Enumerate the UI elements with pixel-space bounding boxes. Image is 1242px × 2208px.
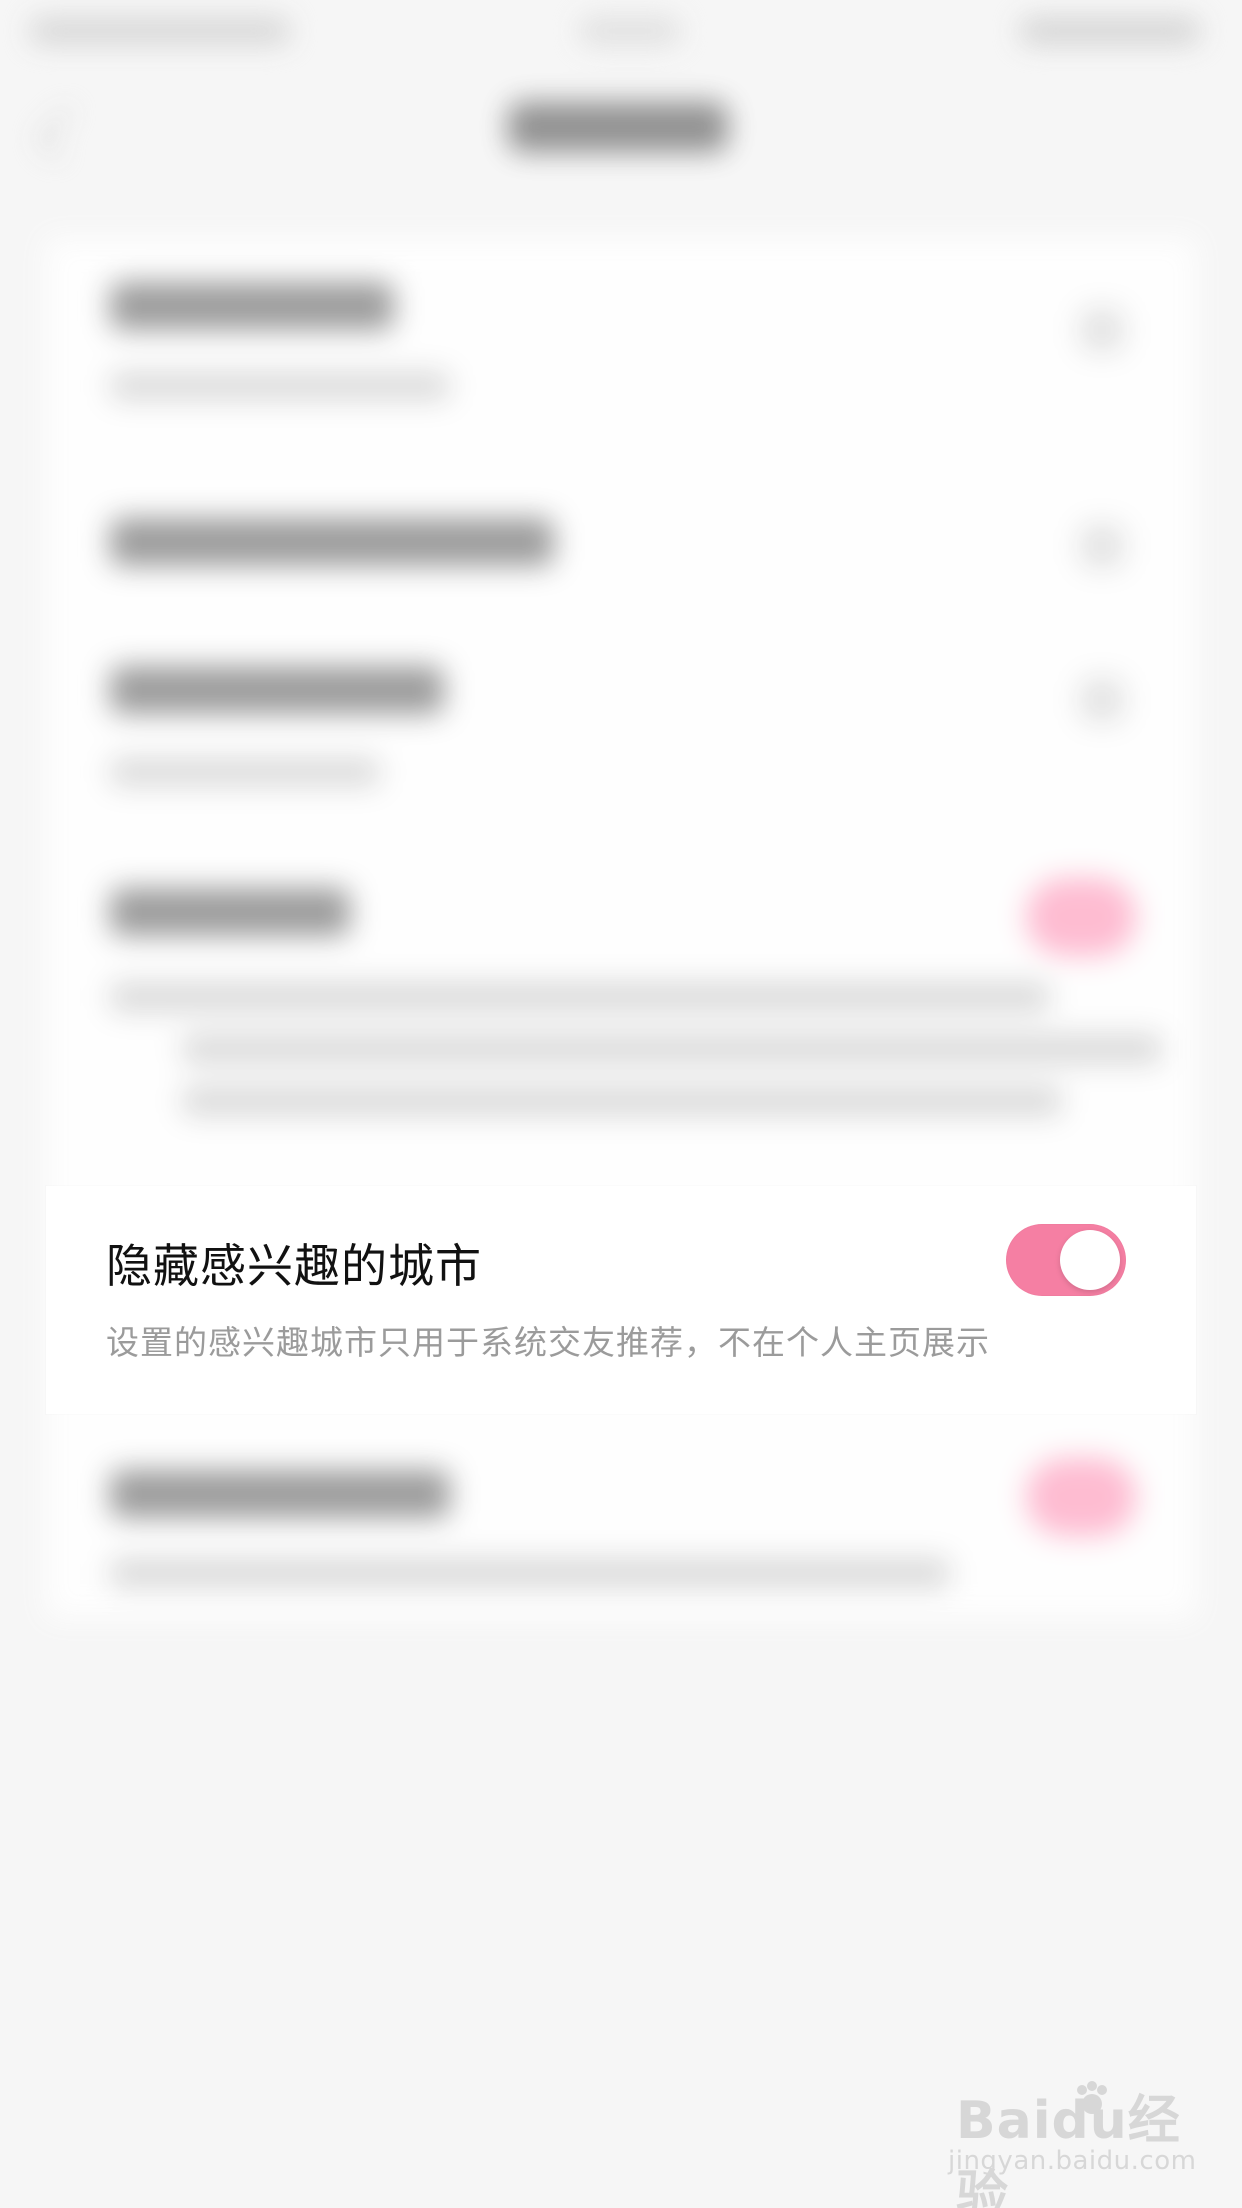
blur-item-2-chevron-icon bbox=[1080, 524, 1124, 568]
blur-item-4-subtitle-line2 bbox=[182, 1034, 1162, 1064]
row-description: 设置的感兴趣城市只用于系统交友推荐，不在个人主页展示 bbox=[106, 1323, 990, 1362]
page-title-blurred bbox=[508, 102, 728, 152]
toggle-knob bbox=[1060, 1230, 1120, 1290]
blur-item-4-subtitle-line3 bbox=[182, 1086, 1062, 1116]
screen: 隐藏感兴趣的城市 设置的感兴趣城市只用于系统交友推荐，不在个人主页展示 Baid… bbox=[0, 0, 1242, 2208]
blur-item-6-subtitle bbox=[110, 1558, 950, 1588]
blur-item-3-chevron-icon bbox=[1080, 678, 1124, 722]
row-title: 隐藏感兴趣的城市 bbox=[106, 1239, 482, 1293]
back-arrow-icon[interactable] bbox=[36, 106, 90, 160]
status-bar-left bbox=[30, 18, 290, 44]
watermark-url: jingyan.baidu.com bbox=[948, 2146, 1197, 2176]
blur-item-4-toggle bbox=[1026, 878, 1136, 956]
nav-bar bbox=[0, 70, 1242, 180]
blurred-background bbox=[0, 0, 1242, 2208]
status-bar bbox=[0, 0, 1242, 60]
blur-item-6-toggle bbox=[1026, 1458, 1136, 1536]
blur-item-1-subtitle bbox=[110, 372, 450, 400]
baidu-watermark: Baidu经验 jingyan.baidu.com bbox=[948, 2060, 1196, 2208]
paw-logo-icon bbox=[1077, 2081, 1107, 2114]
blur-item-1-title bbox=[110, 282, 394, 330]
blur-item-4-title bbox=[110, 888, 350, 936]
hide-interest-city-row[interactable]: 隐藏感兴趣的城市 设置的感兴趣城市只用于系统交友推荐，不在个人主页展示 bbox=[46, 1186, 1196, 1414]
blur-item-2-title bbox=[110, 518, 554, 566]
blur-item-3-title bbox=[110, 666, 444, 714]
status-bar-right bbox=[1020, 18, 1200, 44]
blur-item-1-chevron-icon bbox=[1080, 308, 1124, 352]
blur-item-4-subtitle-line1 bbox=[110, 982, 1050, 1012]
hide-interest-city-toggle[interactable] bbox=[1006, 1224, 1126, 1296]
blur-item-6-title bbox=[110, 1470, 450, 1518]
blur-item-3-subtitle bbox=[110, 758, 380, 786]
status-bar-time bbox=[580, 18, 680, 44]
